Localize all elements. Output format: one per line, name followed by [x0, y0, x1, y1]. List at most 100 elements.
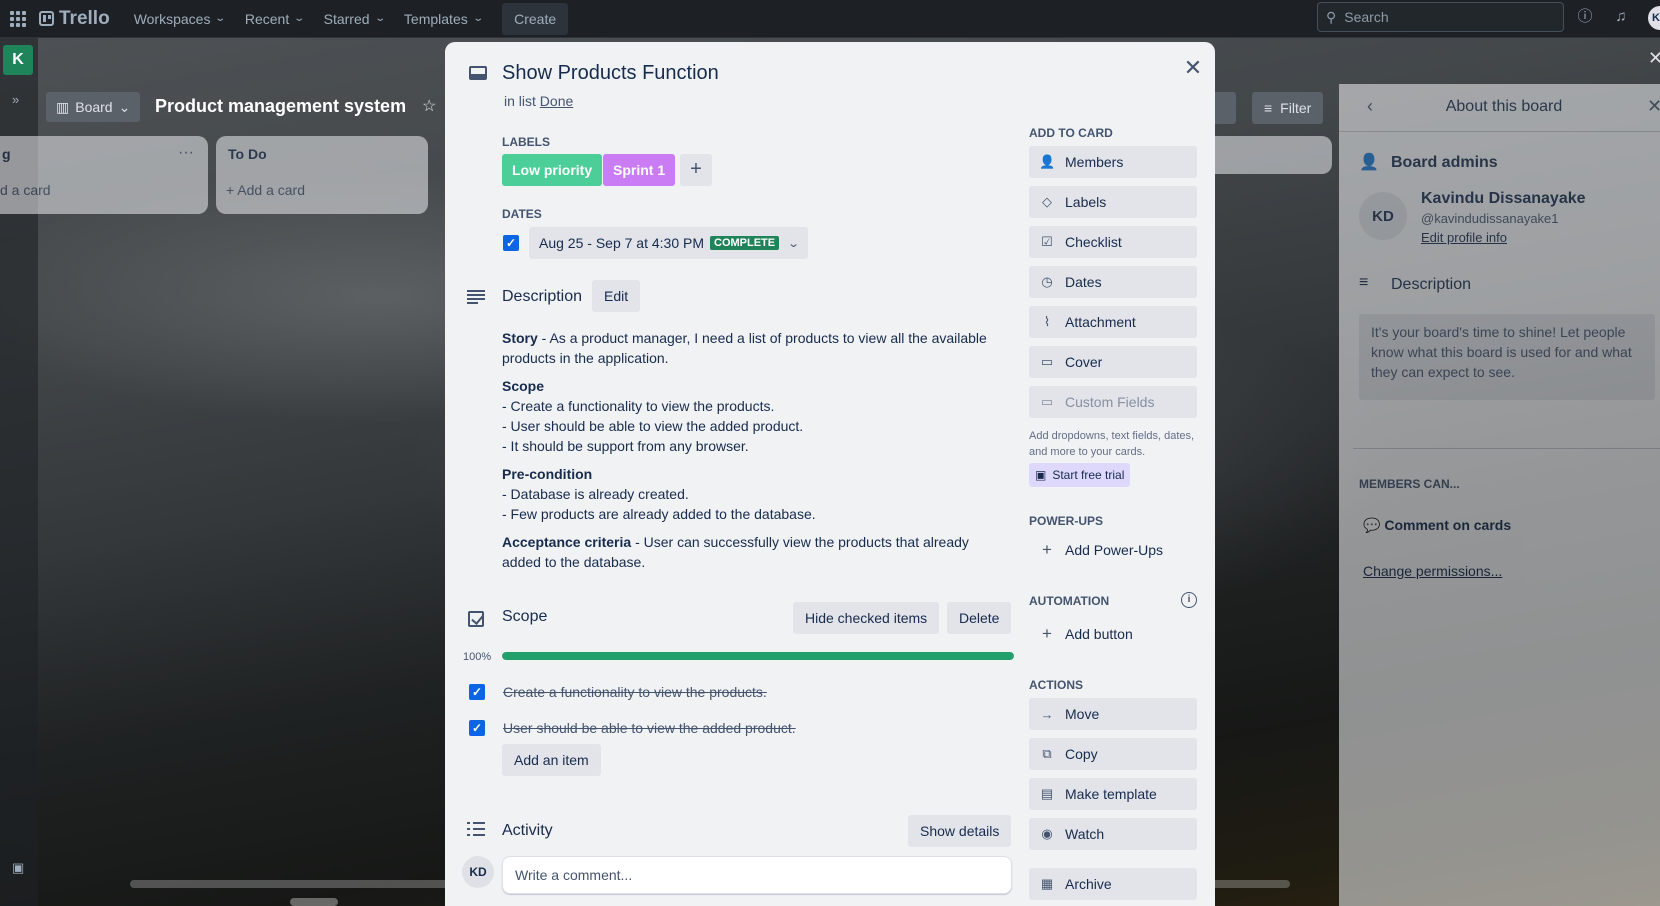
add-button-button[interactable]: + Add button — [1029, 618, 1197, 650]
checklist-item-text[interactable]: Create a functionality to view the produ… — [503, 684, 767, 700]
app-switcher-icon[interactable] — [9, 10, 27, 28]
description-body[interactable]: Story - As a product manager, I need a l… — [502, 328, 1002, 580]
create-button[interactable]: Create — [502, 2, 569, 35]
filter-button[interactable]: ≡ Filter — [1252, 92, 1324, 124]
comment-input[interactable]: Write a comment... — [502, 856, 1012, 894]
button-label: Move — [1065, 706, 1100, 722]
checklist-item[interactable]: ✓ Create a functionality to view the pro… — [469, 682, 767, 702]
add-card-button[interactable]: d a card — [0, 182, 51, 198]
board-view-icon: ▥ — [56, 98, 70, 115]
nav-starred[interactable]: Starred ⌄ — [314, 3, 394, 35]
add-powerups-button[interactable]: + Add Power-Ups — [1029, 534, 1197, 566]
change-permissions-link[interactable]: Change permissions... — [1363, 563, 1502, 579]
dates-value: Aug 25 - Sep 7 at 4:30 PM — [539, 235, 704, 251]
checklist-title[interactable]: Scope — [502, 608, 547, 626]
card-icon — [469, 66, 487, 80]
button-label: Checklist — [1065, 234, 1122, 250]
label-low-priority[interactable]: Low priority — [502, 154, 603, 186]
dates-button[interactable]: Aug 25 - Sep 7 at 4:30 PM COMPLETE ⌄ — [529, 227, 809, 259]
eye-icon: ◉ — [1041, 826, 1053, 841]
nav-recent[interactable]: Recent ⌄ — [235, 3, 314, 35]
bottom-toggle-icon[interactable]: ▣ — [12, 860, 24, 876]
board-view-label: Board — [75, 99, 113, 115]
clock-icon: ◷ — [1041, 274, 1053, 289]
hide-checked-button[interactable]: Hide checked items — [793, 602, 940, 634]
archive-icon: ▦ — [1040, 876, 1054, 891]
list-title[interactable]: g — [2, 146, 11, 162]
chevron-down-icon: ⌄ — [472, 13, 484, 24]
cover-button[interactable]: ▭ Cover — [1029, 346, 1197, 378]
board-view-switcher[interactable]: ▥ Board ⌄ — [46, 92, 141, 122]
list-column-todo: To Do + Add a card — [216, 136, 428, 214]
list-column: g ··· d a card — [0, 136, 208, 214]
add-item-button[interactable]: Add an item — [502, 744, 601, 776]
expand-sidebar-icon[interactable]: » — [12, 92, 19, 107]
make-template-button[interactable]: ▤ Make template — [1029, 778, 1197, 810]
acceptance-label: Acceptance criteria — [502, 534, 632, 550]
chevron-down-icon: ⌄ — [373, 13, 386, 24]
powerups-heading: Power-Ups — [1029, 514, 1104, 528]
filter-label: Filter — [1280, 100, 1312, 116]
checkbox-checked[interactable]: ✓ — [469, 684, 485, 700]
add-to-card-heading: Add to card — [1029, 126, 1113, 140]
board-description[interactable]: It's your board's time to shine! Let peo… — [1359, 314, 1655, 400]
label-sprint-1[interactable]: Sprint 1 — [603, 154, 676, 186]
archive-button[interactable]: ▦ Archive — [1029, 868, 1197, 900]
delete-checklist-button[interactable]: Delete — [947, 602, 1012, 634]
close-icon[interactable]: ✕ — [1179, 54, 1207, 82]
dates-button[interactable]: ◷ Dates — [1029, 266, 1197, 298]
move-button[interactable]: → Move — [1029, 698, 1197, 730]
person-icon: 👤 — [1039, 154, 1056, 169]
board-title[interactable]: Product management system — [155, 96, 406, 117]
members-button[interactable]: 👤 Members — [1029, 146, 1197, 178]
story-text: - As a product manager, I need a list of… — [502, 330, 987, 366]
button-label: Cover — [1065, 354, 1103, 370]
close-icon[interactable]: ✕ — [1648, 48, 1660, 69]
avatar[interactable]: KD — [1359, 192, 1407, 240]
info-icon[interactable]: ⓘ — [1576, 8, 1594, 26]
attachment-button[interactable]: ⌇ Attachment — [1029, 306, 1197, 338]
admin-name: Kavindu Dissanayake — [1421, 190, 1586, 207]
checklist-button[interactable]: ☑ Checklist — [1029, 226, 1197, 258]
nav-workspaces[interactable]: Workspaces ⌄ — [124, 3, 235, 35]
checklist-item[interactable]: ✓ User should be able to view the added … — [469, 718, 796, 738]
bell-icon[interactable]: ♫ — [1612, 8, 1630, 26]
card-detail-modal: ✕ Show Products Function in list Done La… — [445, 42, 1215, 906]
list-title[interactable]: To Do — [228, 146, 267, 162]
plus-icon: + — [1042, 624, 1052, 643]
trello-logo[interactable]: Trello — [39, 8, 110, 30]
add-card-button[interactable]: + Add a card — [226, 182, 305, 198]
activity-heading: Activity — [502, 822, 553, 839]
filter-icon: ≡ — [1264, 100, 1273, 116]
workspace-avatar[interactable]: K — [3, 45, 33, 75]
edit-description-button[interactable]: Edit — [592, 280, 641, 312]
star-icon[interactable]: ☆ — [422, 96, 436, 116]
avatar[interactable]: KD — [462, 856, 494, 888]
comment-permission: 💬 Comment on cards — [1363, 517, 1511, 534]
start-trial-button[interactable]: ▣ Start free trial — [1029, 463, 1131, 487]
nav-templates[interactable]: Templates ⌄ — [394, 3, 492, 35]
add-label-button[interactable]: + — [680, 154, 712, 186]
info-icon[interactable]: i — [1181, 592, 1197, 608]
board-admins-heading: Board admins — [1391, 154, 1498, 171]
members-can-heading: MEMBERS CAN... — [1359, 477, 1460, 491]
edit-profile-link[interactable]: Edit profile info — [1421, 230, 1507, 245]
checklist-item-text[interactable]: User should be able to view the added pr… — [503, 720, 796, 736]
scrollbar-thumb[interactable] — [290, 898, 338, 906]
precondition-line: - Few products are already added to the … — [502, 506, 816, 522]
search-input[interactable]: ⚲ Search — [1317, 2, 1564, 32]
card-title[interactable]: Show Products Function — [502, 62, 719, 85]
chevron-down-icon: ⌄ — [118, 98, 131, 115]
show-details-button[interactable]: Show details — [908, 815, 1012, 847]
activity-icon — [467, 822, 485, 836]
labels-button[interactable]: ◇ Labels — [1029, 186, 1197, 218]
due-date-checkbox[interactable]: ✓ — [503, 235, 519, 251]
close-icon[interactable]: ✕ — [1647, 96, 1660, 117]
button-label: Labels — [1065, 194, 1107, 210]
more-icon[interactable]: ··· — [178, 144, 194, 162]
list-link[interactable]: Done — [540, 93, 573, 109]
custom-fields-button[interactable]: ▭ Custom Fields — [1029, 386, 1197, 418]
copy-button[interactable]: ⧉ Copy — [1029, 738, 1197, 770]
watch-button[interactable]: ◉ Watch — [1029, 818, 1197, 850]
checkbox-checked[interactable]: ✓ — [469, 720, 485, 736]
